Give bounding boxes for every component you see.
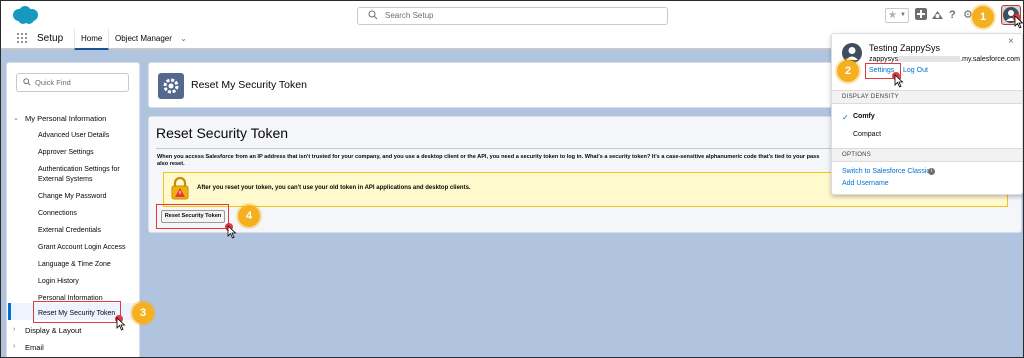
density-section-header: DISPLAY DENSITY [832,90,1022,104]
checkmark-icon: ✓ [842,113,849,122]
section-label: My Personal Information [25,114,107,123]
chevron-down-icon: ▼ [900,12,906,18]
star-icon: ★ [888,10,897,21]
warning-text: After you reset your token, you can't us… [197,185,471,191]
sidebar-item-external-credentials[interactable]: External Credentials [38,226,101,235]
close-icon[interactable]: × [1008,36,1014,47]
warning-lock-icon [171,176,189,200]
username-redacted [898,56,961,63]
tab-home[interactable]: Home [74,29,110,50]
search-placeholder: Search Setup [385,11,434,20]
search-icon [23,78,31,86]
search-icon [368,10,378,20]
sidebar-item-language-time-zone[interactable]: Language & Time Zone [38,260,111,269]
profile-dropdown-menu: × Testing ZappySys zappysys .my.salesforc… [831,33,1023,195]
switch-classic-link[interactable]: Switch to Salesforce Classic [842,168,930,175]
sidebar-item-authentication-settings-line2[interactable]: External Systems [38,175,92,184]
username-prefix: zappysys [869,56,899,63]
callout-badge-4: 4 [238,205,260,227]
global-search-box[interactable]: Search Setup [357,7,668,25]
mouse-cursor-icon [116,317,126,331]
info-icon: i [928,168,935,175]
profile-username: zappysys .my.salesforce.com [869,56,1020,63]
section-label: Email [25,343,44,352]
description-line: When you access Salesforce from an IP ad… [157,154,820,160]
chevron-right-icon: › [13,326,16,333]
sidebar-item-login-history[interactable]: Login History [38,277,79,286]
callout-badge-1: 1 [972,6,994,28]
quick-find-input[interactable]: Quick Find [16,73,129,92]
chevron-right-icon: › [13,343,16,350]
chevron-down-icon: ⌄ [13,115,19,122]
quick-find-placeholder: Quick Find [35,78,71,87]
logout-link[interactable]: Log Out [903,67,928,74]
username-suffix: .my.salesforce.com [960,56,1020,63]
profile-name: Testing ZappySys [869,43,941,53]
global-header: Search Setup ★ ▼ ? ⚙ [1,1,1023,30]
sidebar-item-approver-settings[interactable]: Approver Settings [38,148,94,157]
chevron-down-icon: ⌄ [180,34,187,43]
options-section-header: OPTIONS [832,148,1022,162]
favorites-button[interactable]: ★ ▼ [885,8,909,23]
tab-object-manager-label: Object Manager [115,34,172,43]
app-title: Setup [37,33,64,44]
description-line: also reset. [157,161,185,167]
sidebar-item-grant-account-login-access[interactable]: Grant Account Login Access [38,243,126,252]
mouse-cursor-icon [1014,15,1023,29]
setup-gear-icon [158,73,184,99]
tab-object-manager[interactable]: Object Manager ⌄ [109,29,193,48]
trailhead-icon[interactable] [931,8,944,25]
app-launcher-icon[interactable] [17,33,28,44]
tab-home-label: Home [81,34,103,43]
card-title: Reset Security Token [156,125,289,141]
callout-badge-3: 3 [132,302,154,324]
density-option-comfy[interactable]: Comfy [853,113,875,120]
highlight-box-reset-button [156,204,229,229]
app-window: Search Setup ★ ▼ ? ⚙ Setup Home Object M… [0,0,1024,358]
mouse-cursor-icon [894,74,904,88]
setup-sidebar: Quick Find ⌄ My Personal Information Adv… [6,62,142,357]
highlight-box-reset-token [33,301,121,323]
density-option-compact[interactable]: Compact [853,131,881,138]
callout-badge-2: 2 [837,60,859,82]
help-icon[interactable]: ? [949,8,956,22]
global-actions-icon[interactable] [915,8,927,24]
page-title: Reset My Security Token [191,79,307,91]
sidebar-item-advanced-user-details[interactable]: Advanced User Details [38,131,109,140]
description-text: When you access Salesforce from an IP ad… [157,154,837,168]
sidebar-item-authentication-settings[interactable]: Authentication Settings for [38,165,120,174]
sidebar-item-connections[interactable]: Connections [38,209,77,218]
add-username-link[interactable]: Add Username [842,180,889,187]
sidebar-item-change-my-password[interactable]: Change My Password [38,192,106,201]
mouse-cursor-icon [227,225,237,239]
options-header-label: OPTIONS [842,152,872,158]
density-header-label: DISPLAY DENSITY [842,94,899,100]
section-label: Display & Layout [25,326,82,335]
salesforce-logo-icon[interactable] [10,5,40,25]
